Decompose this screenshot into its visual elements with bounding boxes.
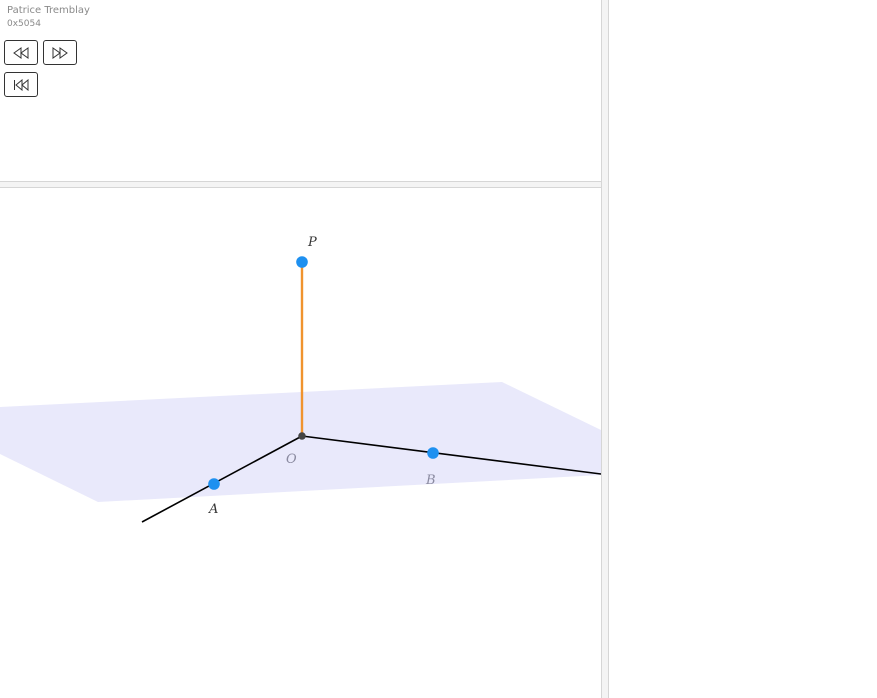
label-A: A bbox=[208, 502, 218, 517]
label-O: O bbox=[286, 452, 297, 467]
point-P[interactable] bbox=[296, 256, 308, 268]
graphics-3d-view[interactable]: P O A B bbox=[0, 188, 601, 698]
construction-id: 0x5054 bbox=[7, 19, 41, 29]
xy-plane[interactable] bbox=[0, 382, 601, 502]
label-B: B bbox=[425, 473, 436, 488]
control-panel: Patrice Tremblay 0x5054 bbox=[0, 0, 601, 181]
point-O[interactable] bbox=[298, 432, 306, 440]
vertical-splitter[interactable] bbox=[601, 0, 609, 698]
fast-forward-button[interactable] bbox=[43, 40, 77, 65]
geogebra-applet: Patrice Tremblay 0x5054 P O A B bbox=[0, 0, 877, 698]
scene-canvas[interactable]: P O A B bbox=[0, 188, 601, 698]
fast-forward-icon bbox=[52, 46, 68, 59]
rewind-icon bbox=[13, 46, 29, 59]
author-name: Patrice Tremblay bbox=[7, 5, 90, 16]
skip-to-start-icon bbox=[14, 78, 29, 91]
restart-button[interactable] bbox=[4, 72, 38, 97]
label-P: P bbox=[307, 235, 317, 250]
point-A[interactable] bbox=[208, 478, 220, 490]
panel-divider[interactable] bbox=[0, 181, 601, 188]
rewind-button[interactable] bbox=[4, 40, 38, 65]
right-panel bbox=[609, 0, 877, 698]
point-B[interactable] bbox=[427, 447, 439, 459]
